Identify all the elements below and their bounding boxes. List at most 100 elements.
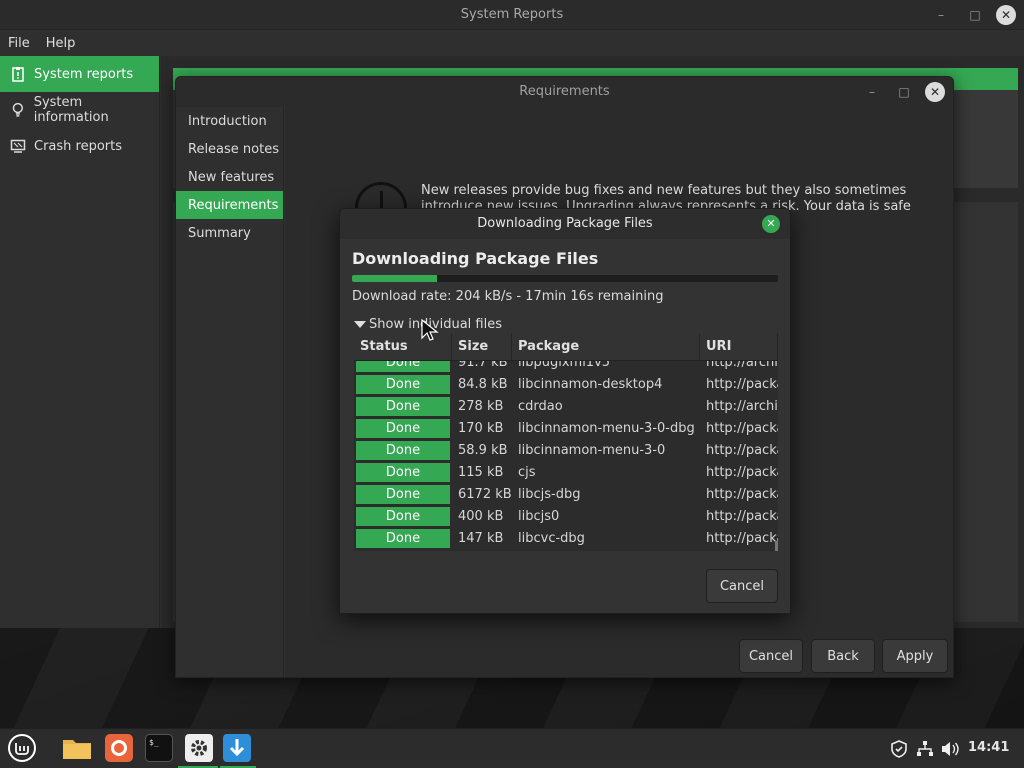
- main-window-title: System Reports: [460, 7, 564, 22]
- mouse-cursor-icon: [421, 319, 439, 341]
- status-cell: Done: [354, 361, 452, 373]
- status-cell: Done: [354, 417, 452, 439]
- maximize-icon[interactable]: □: [964, 4, 986, 26]
- size-cell: 58.9 kB: [458, 442, 508, 458]
- shield-icon[interactable]: [889, 739, 909, 759]
- terminal-icon[interactable]: $_: [144, 733, 174, 763]
- download-dialog: Downloading Package Files ✕ Downloading …: [339, 208, 791, 614]
- main-titlebar[interactable]: System Reports – □ ✕: [0, 0, 1024, 30]
- package-cell: libcjs-dbg: [518, 486, 581, 502]
- download-rate: Download rate: 204 kB/s - 17min 16s rema…: [352, 289, 664, 304]
- sidebar-item-label: Crash reports: [34, 138, 123, 154]
- network-icon[interactable]: [915, 739, 935, 759]
- package-cell: libcjs0: [518, 508, 560, 524]
- sidebar-item-requirements[interactable]: Requirements: [176, 191, 283, 219]
- download-progress-bar: [352, 275, 778, 282]
- table-rows: Done 91.7 kB libpugixml1v5 http://archiv Don…: [354, 361, 778, 549]
- sidebar-item-new-features[interactable]: New features: [176, 163, 283, 191]
- sidebar-item-release-notes[interactable]: Release notes: [176, 135, 283, 163]
- mint-menu-icon[interactable]: [6, 732, 38, 764]
- table-row[interactable]: Done 91.7 kB libpugixml1v5 http://archiv: [354, 361, 778, 373]
- status-cell: Done: [354, 527, 452, 549]
- main-sidebar: System reports System information Crash …: [0, 56, 160, 628]
- uri-cell: http://archiv: [706, 361, 778, 370]
- apply-button[interactable]: Apply: [882, 639, 948, 673]
- status-badge: Done: [356, 418, 450, 438]
- requirements-sidebar: Introduction Release notes New features …: [176, 107, 284, 677]
- table-row[interactable]: Done 84.8 kB libcinnamon-desktop4 http://pa…: [354, 373, 778, 395]
- status-badge: Done: [356, 528, 450, 548]
- table-body[interactable]: Done 91.7 kB libpugixml1v5 http://archiv Don…: [354, 361, 778, 551]
- files-folder-icon[interactable]: [62, 733, 92, 763]
- lightbulb-icon: [12, 102, 24, 117]
- download-titlebar[interactable]: Downloading Package Files ✕: [340, 209, 790, 239]
- sidebar-item-label: System information: [33, 95, 109, 125]
- uri-cell: http://packa: [706, 508, 778, 524]
- package-cell: cjs: [518, 464, 536, 480]
- progress-fill: [352, 275, 438, 282]
- size-cell: 170 kB: [458, 420, 504, 436]
- sidebar-item-system-information[interactable]: System information: [0, 92, 159, 128]
- uri-cell: http://packa: [706, 464, 778, 480]
- size-cell: 6172 kB: [458, 486, 512, 502]
- scrollbar[interactable]: [775, 541, 778, 551]
- requirements-title: Requirements: [519, 84, 610, 99]
- close-icon[interactable]: ✕: [925, 82, 945, 102]
- requirements-text-line: New releases provide bug fixes and new f…: [421, 183, 907, 198]
- sidebar-item-system-reports[interactable]: System reports: [0, 56, 159, 92]
- status-badge: Done: [356, 396, 450, 416]
- table-row[interactable]: Done 58.9 kB libcinnamon-menu-3-0 http://pa…: [354, 439, 778, 461]
- taskbar: $_ 14:41: [0, 728, 1024, 768]
- volume-icon[interactable]: [940, 739, 960, 759]
- minimize-icon[interactable]: –: [861, 81, 883, 103]
- sidebar-item-crash-reports[interactable]: Crash reports: [0, 128, 159, 164]
- status-badge: Done: [356, 440, 450, 460]
- status-badge: Done: [356, 374, 450, 394]
- requirements-titlebar[interactable]: Requirements – □ ✕: [176, 77, 953, 107]
- status-cell: Done: [354, 439, 452, 461]
- package-cell: libcinnamon-desktop4: [518, 376, 663, 392]
- table-row[interactable]: Done 170 kB libcinnamon-menu-3-0-dbg http:/…: [354, 417, 778, 439]
- report-icon: [12, 67, 24, 82]
- status-badge: Done: [356, 361, 450, 372]
- files-table: Status Size Package URI Done 91.7 kB libpu…: [354, 333, 778, 551]
- package-cell: libcinnamon-menu-3-0-dbg: [518, 420, 695, 436]
- menu-file[interactable]: File: [8, 36, 30, 51]
- column-header-package[interactable]: Package: [512, 333, 700, 360]
- update-manager-icon[interactable]: [222, 733, 252, 763]
- uri-cell: http://packa: [706, 530, 778, 546]
- close-icon[interactable]: ✕: [996, 5, 1016, 25]
- package-cell: libcvc-dbg: [518, 530, 585, 546]
- table-row[interactable]: Done 278 kB cdrdao http://archiv: [354, 395, 778, 417]
- back-button[interactable]: Back: [811, 639, 875, 673]
- maximize-icon[interactable]: □: [893, 81, 915, 103]
- sidebar-item-introduction[interactable]: Introduction: [176, 107, 283, 135]
- table-row[interactable]: Done 147 kB libcvc-dbg http://packa: [354, 527, 778, 549]
- minimize-icon[interactable]: –: [930, 4, 952, 26]
- size-cell: 91.7 kB: [458, 361, 508, 370]
- column-header-uri[interactable]: URI: [700, 333, 778, 360]
- table-header: Status Size Package URI: [354, 333, 778, 361]
- package-cell: libcinnamon-menu-3-0: [518, 442, 666, 458]
- column-header-size[interactable]: Size: [452, 333, 512, 360]
- sidebar-item-summary[interactable]: Summary: [176, 219, 283, 247]
- firefox-icon[interactable]: [104, 733, 134, 763]
- size-cell: 115 kB: [458, 464, 504, 480]
- close-icon[interactable]: ✕: [762, 215, 780, 233]
- cancel-download-button[interactable]: Cancel: [706, 569, 778, 603]
- size-cell: 147 kB: [458, 530, 504, 546]
- clock[interactable]: 14:41: [968, 740, 1009, 755]
- status-badge: Done: [356, 484, 450, 504]
- menu-help[interactable]: Help: [46, 36, 76, 51]
- table-row[interactable]: Done 400 kB libcjs0 http://packa: [354, 505, 778, 527]
- package-cell: libpugixml1v5: [518, 361, 611, 370]
- cancel-button[interactable]: Cancel: [739, 639, 803, 673]
- size-cell: 84.8 kB: [458, 376, 508, 392]
- settings-icon[interactable]: [184, 733, 214, 763]
- table-row[interactable]: Done 115 kB cjs http://packa: [354, 461, 778, 483]
- crash-icon: [10, 139, 26, 153]
- status-cell: Done: [354, 373, 452, 395]
- uri-cell: http://packa: [706, 376, 778, 392]
- table-row[interactable]: Done 6172 kB libcjs-dbg http://packa: [354, 483, 778, 505]
- status-cell: Done: [354, 395, 452, 417]
